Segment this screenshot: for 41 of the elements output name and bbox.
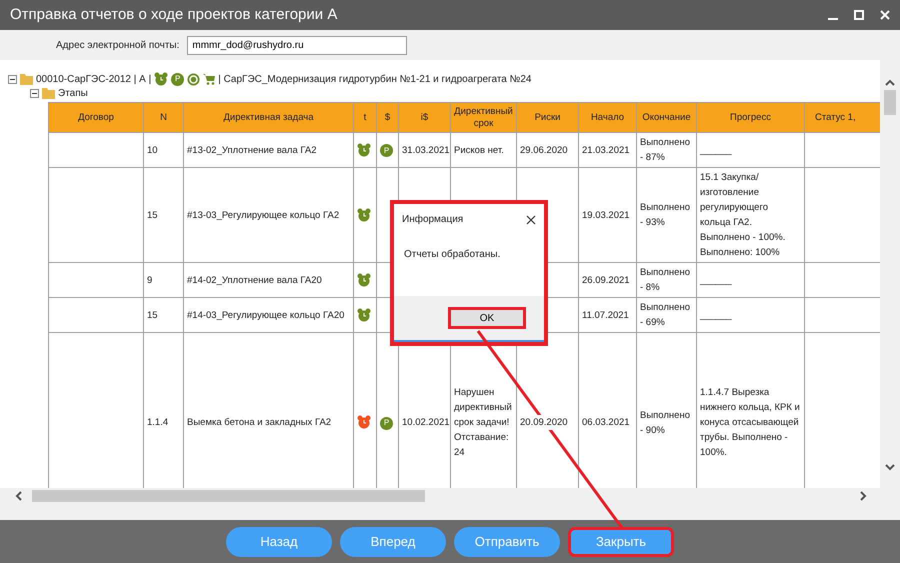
- payment-badge: P: [171, 72, 184, 86]
- email-field[interactable]: mmmr_dod@rushydro.ru: [187, 36, 408, 54]
- target-icon: [187, 72, 200, 86]
- collapse-toggle-icon[interactable]: [30, 88, 39, 98]
- column-header[interactable]: N: [144, 102, 184, 132]
- folder-icon: [20, 73, 33, 85]
- scroll-right-icon[interactable]: [860, 491, 868, 501]
- ok-button[interactable]: OK: [448, 307, 526, 329]
- column-header[interactable]: Прогресс: [696, 102, 804, 132]
- close-icon[interactable]: [526, 214, 536, 224]
- column-header[interactable]: Риски: [516, 102, 578, 132]
- folder-icon: [42, 87, 55, 99]
- column-header[interactable]: Начало: [578, 102, 636, 132]
- payment-badge: P: [380, 416, 393, 430]
- payment-badge: P: [380, 144, 393, 157]
- table-cell-text: 20.09.2020: [520, 415, 568, 430]
- column-header[interactable]: $: [376, 102, 398, 132]
- window-title: Отправка отчетов о ходе проектов категории А: [10, 4, 338, 25]
- table-cell-text: Выемка бетона и закладных ГА2: [187, 415, 332, 430]
- scroll-up-icon[interactable]: [885, 78, 895, 86]
- tree-item-label[interactable]: | СарГЭС_Модернизация гидротурбин №1-21 и гидроагрегата №24: [218, 72, 532, 86]
- cart-icon: [203, 73, 216, 85]
- column-header[interactable]: Статус 1,: [804, 102, 880, 132]
- column-header[interactable]: Директивная задача: [184, 102, 354, 132]
- scroll-left-icon[interactable]: [14, 491, 22, 501]
- scrollbar-thumb[interactable]: [32, 490, 425, 502]
- tree-item-label[interactable]: Этапы: [58, 86, 88, 100]
- dialog-message: Отчеты обработаны.: [403, 248, 502, 262]
- dialog-title: Информация: [402, 213, 464, 227]
- alarm-clock-icon: [154, 72, 168, 86]
- tree-item-label[interactable]: 00010-СарГЭС-2012 | А |: [36, 72, 152, 86]
- column-header[interactable]: Окончание: [636, 102, 696, 132]
- column-header[interactable]: i$: [398, 102, 450, 132]
- column-header[interactable]: t: [354, 102, 376, 132]
- collapse-toggle-icon[interactable]: [8, 74, 17, 84]
- column-header[interactable]: Договор: [48, 102, 144, 132]
- maximize-icon[interactable]: [854, 10, 864, 20]
- column-header[interactable]: Директивный срок: [450, 102, 516, 132]
- scroll-down-icon[interactable]: [885, 464, 895, 472]
- scrollbar-thumb[interactable]: [884, 90, 896, 115]
- email-label: Адрес электронной почты:: [56, 38, 180, 52]
